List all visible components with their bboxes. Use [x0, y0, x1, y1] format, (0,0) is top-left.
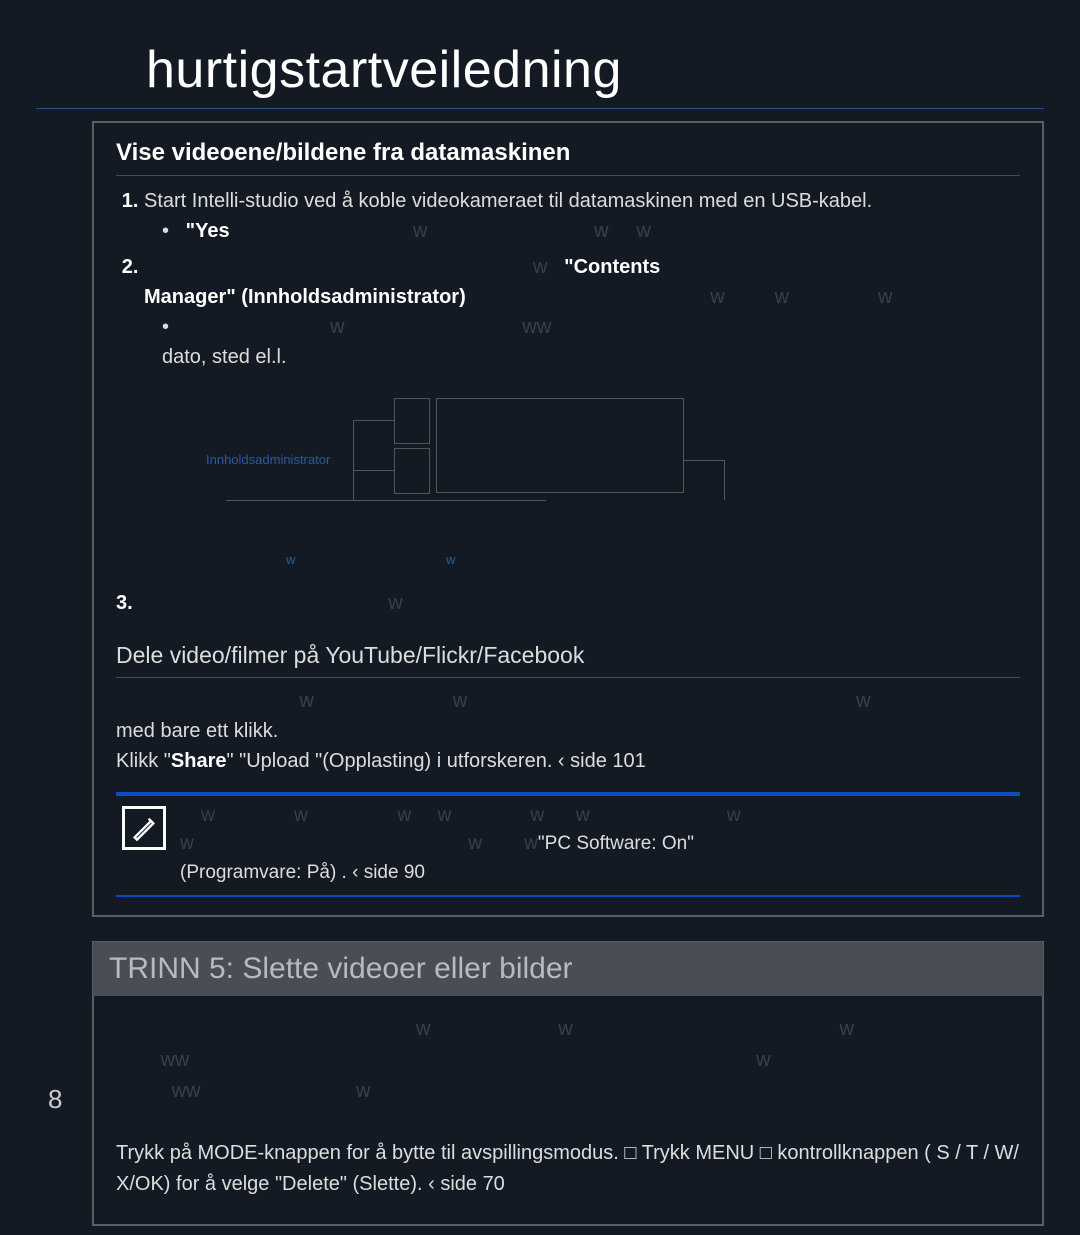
diagram-line-6 — [724, 460, 725, 500]
step-list: Start Intelli-studio ved å koble videoka… — [116, 186, 1020, 372]
step-2-tail: dato, sted el.l. — [162, 346, 287, 368]
contents-label: "Contents — [564, 256, 660, 278]
diagram-line-4 — [226, 500, 546, 501]
step-3: 3. w — [116, 588, 1020, 618]
page-title: hurtigstartveiledning — [36, 0, 1044, 109]
diagram-w1: w — [286, 550, 295, 570]
share-bold: Share — [171, 750, 227, 772]
step-2: w "Contents Manager" (Innholdsadministra… — [144, 252, 1020, 372]
step5-text: Trykk på MODE-knappen for å bytte til av… — [116, 1142, 1019, 1195]
diagram-line-1 — [353, 420, 394, 421]
page: hurtigstartveiledning Vise videoene/bild… — [0, 0, 1080, 1235]
note-pc: "PC Software: On" — [538, 833, 694, 854]
subhead-view: Vise videoene/bildene fra datamaskinen — [116, 135, 1020, 176]
diagram-line-5 — [684, 460, 724, 461]
step-1: Start Intelli-studio ved å koble videoka… — [144, 186, 1020, 246]
step-3-marker: 3. — [116, 592, 133, 614]
note-box: w w w w w w w w w w"PC Software: On" (Pr… — [116, 792, 1020, 898]
step-2-bullet: • w ww dato, sted el.l. — [162, 312, 1020, 372]
diagram-line-3 — [353, 470, 394, 471]
diagram-w2: w — [446, 550, 455, 570]
step5-body: w w w ww w — [92, 996, 1044, 1226]
diagram-box-main — [436, 398, 684, 493]
note-icon — [122, 806, 166, 850]
subhead-share: Dele video/filmer på YouTube/Flickr/Face… — [116, 638, 1020, 678]
section-view-media: Vise videoene/bildene fra datamaskinen S… — [92, 121, 1044, 917]
diagram-box-b — [394, 448, 430, 494]
share-line-2c: " "Upload "(Opplasting) i utforskeren. ‹… — [226, 750, 645, 772]
diagram-line-2 — [353, 420, 354, 500]
page-number: 8 — [48, 1084, 62, 1115]
diagram-box-a — [394, 398, 430, 444]
share-block: w w w med bare ett klikk. Klikk "Share" … — [116, 686, 1020, 776]
step5-bar: TRINN 5: Slette videoer eller bilder — [92, 941, 1044, 996]
share-line-1: med bare ett klikk. — [116, 720, 278, 742]
yes-label: "Yes — [186, 220, 230, 242]
diagram: Innholdsadministrator w w — [116, 390, 1020, 580]
note-tail: (Programvare: På) . ‹ side 90 — [180, 862, 425, 883]
step-1-bullet: • "Yes w w w — [162, 216, 1020, 246]
note-text: w w w w w w w w w w"PC Software: On" (Pr… — [180, 802, 741, 888]
step-1-text: Start Intelli-studio ved å koble videoka… — [144, 190, 872, 212]
manager-label: Manager" (Innholdsadministrator) — [144, 286, 466, 308]
share-line-2a: Klikk " — [116, 750, 171, 772]
diagram-label: Innholdsadministrator — [206, 450, 330, 470]
